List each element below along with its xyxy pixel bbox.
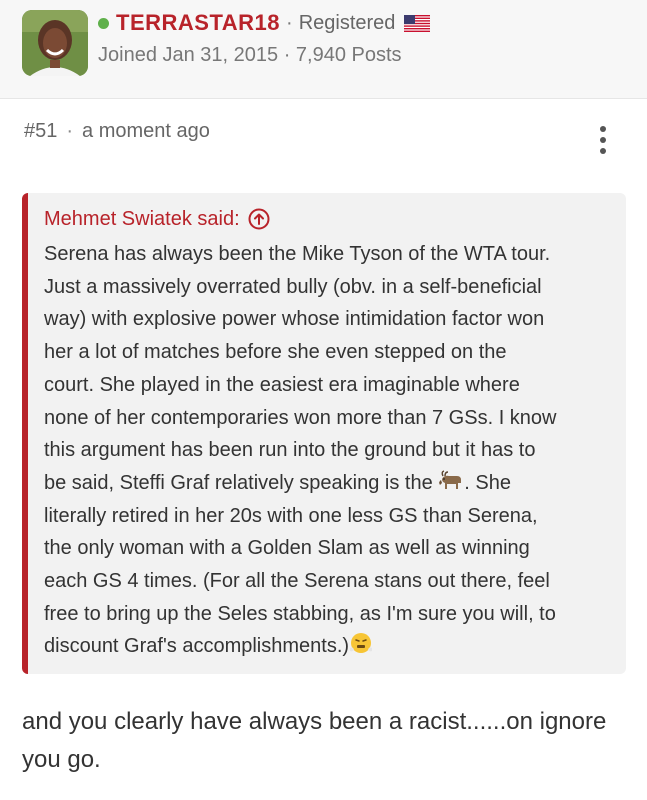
face-with-steam-emoji-icon <box>350 633 373 654</box>
quote-block: Mehmet Swiatek said: Serena has always b… <box>22 193 626 674</box>
quote-line: Just a massively overrated bully (obv. i… <box>44 275 542 298</box>
quote-line: discount Graf's accomplishments.) <box>44 630 612 663</box>
quote-line: free to bring up the Seles stabbing, as … <box>44 602 556 625</box>
post-body-line: you go. <box>22 746 101 773</box>
separator: · <box>286 11 293 34</box>
quote-line: be said, Steffi Graf relatively speaking… <box>44 467 612 500</box>
quote-line-part: . She <box>464 471 511 494</box>
meta-separator: · <box>66 120 74 142</box>
avatar[interactable] <box>22 10 88 76</box>
goat-emoji-icon <box>439 470 462 489</box>
post-body: and you clearly have always been a racis… <box>22 703 606 779</box>
quote-line: literally retired in her 20s with one le… <box>44 504 538 527</box>
username[interactable]: TERRASTAR18 <box>116 10 280 36</box>
quote-line: each GS 4 times. (For all the Serena sta… <box>44 570 550 593</box>
avatar-image <box>22 10 88 76</box>
arrow-up-circle-icon[interactable] <box>248 208 270 230</box>
post-author-header: TERRASTAR18 · Registered Joined Jan 31, … <box>0 0 647 99</box>
quote-line: her a lot of matches before she even ste… <box>44 341 507 364</box>
join-info: Joined Jan 31, 2015 · 7,940 Posts <box>98 44 402 66</box>
username-row: TERRASTAR18 · Registered <box>98 8 431 38</box>
quote-line: the only woman with a Golden Slam as wel… <box>44 537 530 560</box>
quote-line-part: be said, Steffi Graf relatively speaking… <box>44 471 433 494</box>
more-vertical-icon[interactable] <box>590 124 616 156</box>
quote-author-row: Mehmet Swiatek said: <box>44 204 612 234</box>
quote-line: this argument has been run into the grou… <box>44 439 536 462</box>
quote-line: way) with explosive power whose intimida… <box>44 308 545 331</box>
quote-author: Mehmet Swiatek said: <box>44 207 240 230</box>
post-number[interactable]: #51 <box>24 120 57 142</box>
quote-text: Serena has always been the Mike Tyson of… <box>44 238 612 663</box>
online-status-icon <box>98 17 109 29</box>
us-flag-icon <box>404 14 431 32</box>
quote-line-part: discount Graf's accomplishments.) <box>44 635 350 658</box>
quote-line: court. She played in the easiest era ima… <box>44 373 520 396</box>
quote-line: none of her contemporaries won more than… <box>44 406 557 429</box>
post-meta: #51 · a moment ago <box>24 120 210 143</box>
user-role: Registered <box>298 11 396 34</box>
post-time: a moment ago <box>82 120 210 142</box>
quote-line: Serena has always been the Mike Tyson of… <box>44 243 551 265</box>
post-body-line: and you clearly have always been a racis… <box>22 708 607 735</box>
